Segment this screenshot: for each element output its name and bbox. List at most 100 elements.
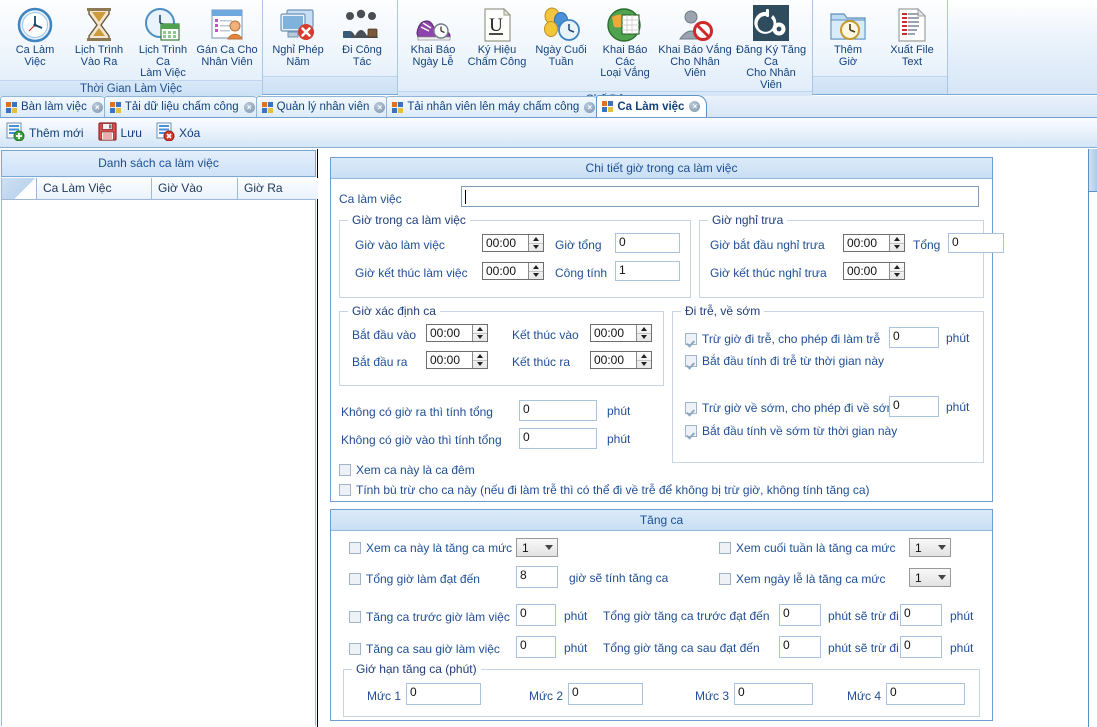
work-total-input[interactable]: 0 xyxy=(615,233,680,253)
ot-after-input[interactable]: 0 xyxy=(516,636,556,658)
ribbon-button-them-gio[interactable]: Thêm Giờ xyxy=(816,3,880,68)
lunch-end-spinner[interactable]: 00:00 xyxy=(843,262,905,280)
offset-checkbox-row[interactable]: Tính bù trừ cho ca này (nếu đi làm trễ t… xyxy=(339,483,870,497)
work-end-spinner[interactable]: 00:00 xyxy=(482,262,544,280)
early-deduct-checkbox-row[interactable]: Trừ giờ về sớm, cho phép đi về sớm xyxy=(685,401,897,415)
late-deduct-checkbox-row[interactable]: Trừ giờ đi trễ, cho phép đi làm trễ xyxy=(685,332,880,346)
early-deduct-input[interactable]: 0 xyxy=(889,396,939,417)
ribbon-button-ky-hieu-cham-cong[interactable]: U Ký Hiệu Chấm Công xyxy=(465,3,529,68)
close-icon[interactable]: × xyxy=(689,101,701,112)
no-out-input[interactable]: 0 xyxy=(519,400,597,421)
ot-after-total-input[interactable]: 0 xyxy=(779,636,821,658)
out-start-spinner[interactable]: 00:00 xyxy=(426,351,488,369)
spinner-buttons[interactable] xyxy=(889,235,904,251)
no-in-input[interactable]: 0 xyxy=(519,428,597,449)
in-start-spinner[interactable]: 00:00 xyxy=(426,324,488,342)
spinner-buttons[interactable] xyxy=(528,263,543,279)
tab-ban-lam-viec[interactable]: Bàn làm việc × xyxy=(0,96,110,117)
add-new-button[interactable]: Thêm mới xyxy=(6,122,84,144)
ribbon-button-lich-trinh-vao-ra[interactable]: Lịch Trình Vào Ra xyxy=(67,3,131,68)
close-icon[interactable]: × xyxy=(91,101,103,113)
ribbon-button-khai-bao-cac-loai-vang[interactable]: Khai Báo Các Loại Vắng xyxy=(593,3,657,80)
spinner-buttons[interactable] xyxy=(636,325,651,341)
limit-3-input[interactable]: 0 xyxy=(734,683,813,705)
early-from-checkbox[interactable] xyxy=(685,425,697,437)
ot-after-checkbox[interactable] xyxy=(349,643,361,655)
ot-before-input[interactable]: 0 xyxy=(516,604,556,626)
shift-list-grid[interactable]: Ca Làm Việc Giờ Vào Giờ Ra xyxy=(1,178,318,726)
ot-before-minus-input[interactable]: 0 xyxy=(900,604,942,626)
shift-ot-checkbox-row[interactable]: Xem ca này là tăng ca mức xyxy=(349,541,512,555)
ribbon-button-khai-bao-ngay-le[interactable]: Khai Báo Ngày Lễ xyxy=(401,3,465,68)
weekend-ot-level-select[interactable]: 1 xyxy=(909,538,951,557)
late-from-checkbox-row[interactable]: Bắt đầu tính đi trễ từ thời gian này xyxy=(685,354,884,368)
night-shift-checkbox[interactable] xyxy=(339,464,351,476)
shift-ot-checkbox[interactable] xyxy=(349,542,361,554)
splitter-handle[interactable] xyxy=(1089,149,1097,192)
night-shift-checkbox-row[interactable]: Xem ca này là ca đêm xyxy=(339,463,475,477)
holiday-ot-checkbox-row[interactable]: Xem ngày lễ là tăng ca mức xyxy=(719,572,885,586)
spinner-buttons[interactable] xyxy=(528,235,543,251)
spinner-buttons[interactable] xyxy=(636,352,651,368)
shift-name-input[interactable] xyxy=(461,186,979,207)
tab-quan-ly-nhan-vien[interactable]: Quản lý nhân viên × xyxy=(255,96,393,117)
grid-body-empty[interactable] xyxy=(2,199,315,726)
spinner-buttons[interactable] xyxy=(472,352,487,368)
close-icon[interactable]: × xyxy=(243,101,255,113)
late-deduct-checkbox[interactable] xyxy=(685,333,697,345)
grid-column-gio-vao[interactable]: Giờ Vào xyxy=(152,178,238,199)
ot-after-checkbox-row[interactable]: Tăng ca sau giờ làm việc xyxy=(349,642,500,656)
grid-corner-cell[interactable] xyxy=(2,178,37,199)
tab-ca-lam-viec[interactable]: Ca Làm việc × xyxy=(596,95,708,117)
total-reach-checkbox-row[interactable]: Tổng giờ làm đạt đến xyxy=(349,572,480,586)
lunch-start-spinner[interactable]: 00:00 xyxy=(843,234,905,252)
grid-column-gio-ra[interactable]: Giờ Ra xyxy=(238,178,318,199)
spinner-buttons[interactable] xyxy=(889,263,904,279)
holiday-ot-level-select[interactable]: 1 xyxy=(909,568,951,587)
total-reach-input[interactable]: 8 xyxy=(516,566,558,588)
close-icon[interactable]: × xyxy=(374,101,386,113)
late-deduct-input[interactable]: 0 xyxy=(889,327,939,348)
limit-2-input[interactable]: 0 xyxy=(568,683,643,705)
weekend-ot-checkbox[interactable] xyxy=(719,542,731,554)
right-splitter-rail[interactable] xyxy=(1088,149,1097,727)
limit-1-input[interactable]: 0 xyxy=(406,683,481,705)
ribbon-button-lich-trinh-ca-lam-viec[interactable]: Lịch Trình Ca Làm Việc xyxy=(131,3,195,80)
lunch-total-label: Tổng xyxy=(913,238,941,252)
ribbon-button-dang-ky-tang-ca-cho-nhan-vien[interactable]: Đăng Ký Tăng Ca Cho Nhân Viên xyxy=(733,3,809,91)
ribbon-button-khai-bao-vang-cho-nhan-vien[interactable]: Khai Báo Vắng Cho Nhân Viên xyxy=(657,3,733,80)
holiday-ot-checkbox[interactable] xyxy=(719,573,731,585)
ribbon-button-gan-ca-cho-nhan-vien[interactable]: Gán Ca Cho Nhân Viên xyxy=(195,3,259,68)
limit-4-input[interactable]: 0 xyxy=(886,683,965,705)
delete-button[interactable]: Xóa xyxy=(156,122,200,144)
ribbon-button-nghi-phep-nam[interactable]: Nghỉ Phép Năm xyxy=(266,3,330,68)
shift-ot-level-select[interactable]: 1 xyxy=(516,538,558,557)
ribbon-button-xuat-file-text[interactable]: Xuất File Text xyxy=(880,3,944,68)
spinner-buttons[interactable] xyxy=(472,325,487,341)
ribbon-button-ngay-cuoi-tuan[interactable]: Ngày Cuối Tuần xyxy=(529,3,593,68)
ot-before-total-input[interactable]: 0 xyxy=(779,604,821,626)
late-from-checkbox[interactable] xyxy=(685,355,697,367)
out-end-spinner[interactable]: 00:00 xyxy=(590,351,652,369)
ot-after-minus-input[interactable]: 0 xyxy=(900,636,942,658)
early-deduct-checkbox[interactable] xyxy=(685,402,697,414)
total-reach-checkbox[interactable] xyxy=(349,573,361,585)
night-shift-label: Xem ca này là ca đêm xyxy=(356,463,475,477)
ribbon-button-label: Ký Hiệu Chấm Công xyxy=(467,44,527,68)
ot-before-checkbox-row[interactable]: Tăng ca trước giờ làm việc xyxy=(349,610,510,624)
work-start-spinner[interactable]: 00:00 xyxy=(482,234,544,252)
weekend-ot-checkbox-row[interactable]: Xem cuối tuần là tăng ca mức xyxy=(719,541,895,555)
early-from-checkbox-row[interactable]: Bắt đầu tính về sớm từ thời gian này xyxy=(685,424,897,438)
save-button[interactable]: Lưu xyxy=(97,121,142,144)
in-end-spinner[interactable]: 00:00 xyxy=(590,324,652,342)
tab-tai-du-lieu-cham-cong[interactable]: Tải dữ liệu chấm công × xyxy=(103,96,262,117)
ribbon-button-di-cong-tac[interactable]: Đi Công Tác xyxy=(330,3,394,68)
lunch-total-input[interactable]: 0 xyxy=(948,233,1004,253)
ribbon-button-ca-lam-viec[interactable]: Ca Làm Việc xyxy=(3,3,67,68)
work-credit-input[interactable]: 1 xyxy=(615,261,680,281)
ot-before-checkbox[interactable] xyxy=(349,611,361,623)
offset-checkbox[interactable] xyxy=(339,484,351,496)
close-icon[interactable]: × xyxy=(584,101,596,113)
grid-column-ca-lam-viec[interactable]: Ca Làm Việc xyxy=(37,178,152,199)
tab-tai-nhan-vien-len-may-cham-cong[interactable]: Tải nhân viên lên máy chấm công × xyxy=(386,96,603,117)
